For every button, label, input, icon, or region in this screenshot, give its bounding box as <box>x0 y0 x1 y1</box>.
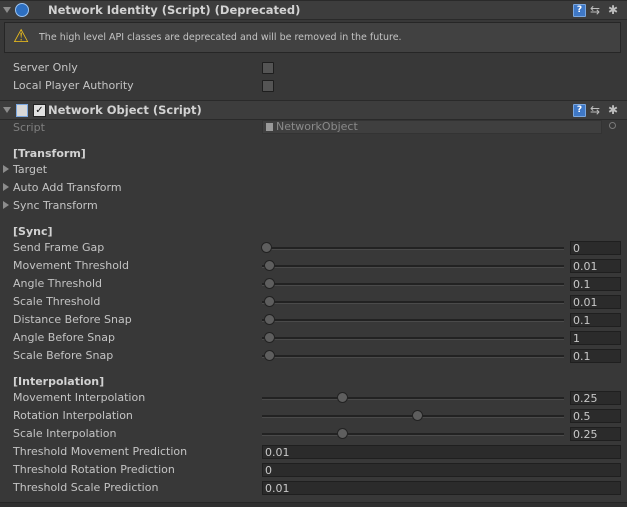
network-object-title: Network Object (Script) <box>48 103 202 117</box>
threshold-rotation-prediction-label: Threshold Rotation Prediction <box>13 463 175 476</box>
script-label: Script <box>13 121 45 134</box>
threshold-rotation-prediction-field[interactable]: 0 <box>262 463 621 477</box>
threshold-movement-prediction-label: Threshold Movement Prediction <box>13 445 188 458</box>
foldout-arrow-icon[interactable] <box>3 107 11 113</box>
network-object-header[interactable]: ✓ Network Object (Script) ? ⇆ ✱ <box>0 100 627 120</box>
scale-before-snap-value-field[interactable]: 0.1 <box>570 349 621 363</box>
movement-interpolation-slider-track[interactable] <box>262 397 564 400</box>
movement-threshold-label: Movement Threshold <box>13 259 129 272</box>
bottom-divider <box>0 502 627 507</box>
angle-threshold-slider-track[interactable] <box>262 283 564 286</box>
foldout-arrow-icon[interactable] <box>3 201 9 209</box>
angle-threshold-label: Angle Threshold <box>13 277 103 290</box>
deprecation-warning-box: ⚠ The high level API classes are depreca… <box>4 22 621 53</box>
send-frame-gap-slider-track[interactable] <box>262 247 564 250</box>
movement-interpolation-value-field[interactable]: 0.25 <box>570 391 621 405</box>
script-value: NetworkObject <box>276 120 358 133</box>
distance-before-snap-slider-thumb[interactable] <box>264 314 276 325</box>
send-frame-gap-slider-thumb[interactable] <box>261 242 272 253</box>
movement-threshold-slider-thumb[interactable] <box>264 260 276 271</box>
object-picker-icon <box>609 122 616 129</box>
scale-interpolation-slider-thumb[interactable] <box>336 428 348 439</box>
sync-section-header: [Sync] <box>13 225 53 238</box>
threshold-scale-prediction-field[interactable]: 0.01 <box>262 481 621 495</box>
warning-icon: ⚠ <box>13 26 30 47</box>
scale-before-snap-slider-track[interactable] <box>262 355 564 358</box>
gear-icon[interactable]: ✱ <box>608 4 618 16</box>
script-field: NetworkObject <box>262 120 602 134</box>
enabled-checkbox[interactable]: ✓ <box>33 104 46 117</box>
angle-threshold-value-field[interactable]: 0.1 <box>570 277 621 291</box>
network-identity-icon <box>15 3 29 17</box>
movement-interpolation-label: Movement Interpolation <box>13 391 146 404</box>
local-player-authority-checkbox[interactable] <box>262 80 274 92</box>
local-player-authority-label: Local Player Authority <box>13 79 134 92</box>
scale-threshold-label: Scale Threshold <box>13 295 101 308</box>
script-file-icon <box>16 104 28 117</box>
angle-before-snap-slider-track[interactable] <box>262 337 564 340</box>
interpolation-section-header: [Interpolation] <box>13 375 105 388</box>
network-identity-header[interactable]: Network Identity (Script) (Deprecated) ?… <box>0 0 627 20</box>
server-only-checkbox[interactable] <box>262 62 274 74</box>
warning-text: The high level API classes are deprecate… <box>39 32 402 43</box>
auto-add-transform-foldout[interactable]: Auto Add Transform <box>13 181 122 194</box>
send-frame-gap-value-field[interactable]: 0 <box>570 241 621 255</box>
rotation-interpolation-slider-thumb[interactable] <box>412 410 423 421</box>
angle-before-snap-value-field[interactable]: 1 <box>570 331 621 345</box>
scale-threshold-value-field[interactable]: 0.01 <box>570 295 621 309</box>
scale-interpolation-label: Scale Interpolation <box>13 427 117 440</box>
rotation-interpolation-value-field[interactable]: 0.5 <box>570 409 621 423</box>
scale-before-snap-slider-thumb[interactable] <box>264 350 276 361</box>
scale-interpolation-value-field[interactable]: 0.25 <box>570 427 621 441</box>
angle-before-snap-label: Angle Before Snap <box>13 331 115 344</box>
distance-before-snap-slider-track[interactable] <box>262 319 564 322</box>
distance-before-snap-value-field[interactable]: 0.1 <box>570 313 621 327</box>
movement-threshold-value-field[interactable]: 0.01 <box>570 259 621 273</box>
network-identity-title: Network Identity (Script) (Deprecated) <box>48 3 301 17</box>
threshold-movement-prediction-field[interactable]: 0.01 <box>262 445 621 459</box>
gear-icon[interactable]: ✱ <box>608 104 618 116</box>
preset-settings-icon[interactable]: ⇆ <box>590 4 600 16</box>
scale-before-snap-label: Scale Before Snap <box>13 349 114 362</box>
foldout-arrow-icon[interactable] <box>3 165 9 173</box>
scale-interpolation-slider-track[interactable] <box>262 433 564 436</box>
foldout-arrow-icon[interactable] <box>3 7 11 13</box>
scale-threshold-slider-thumb[interactable] <box>264 296 276 307</box>
sync-transform-foldout[interactable]: Sync Transform <box>13 199 98 212</box>
transform-section-header: [Transform] <box>13 147 86 160</box>
angle-before-snap-slider-thumb[interactable] <box>264 332 276 343</box>
threshold-scale-prediction-label: Threshold Scale Prediction <box>13 481 159 494</box>
rotation-interpolation-label: Rotation Interpolation <box>13 409 133 422</box>
movement-interpolation-slider-thumb[interactable] <box>336 392 348 403</box>
send-frame-gap-label: Send Frame Gap <box>13 241 105 254</box>
script-asset-icon <box>266 123 273 131</box>
scale-threshold-slider-track[interactable] <box>262 301 564 304</box>
movement-threshold-slider-track[interactable] <box>262 265 564 268</box>
help-icon[interactable]: ? <box>573 4 586 17</box>
preset-settings-icon[interactable]: ⇆ <box>590 104 600 116</box>
distance-before-snap-label: Distance Before Snap <box>13 313 132 326</box>
foldout-arrow-icon[interactable] <box>3 183 9 191</box>
server-only-label: Server Only <box>13 61 78 74</box>
help-icon[interactable]: ? <box>573 104 586 117</box>
target-foldout[interactable]: Target <box>13 163 47 176</box>
angle-threshold-slider-thumb[interactable] <box>264 278 276 289</box>
